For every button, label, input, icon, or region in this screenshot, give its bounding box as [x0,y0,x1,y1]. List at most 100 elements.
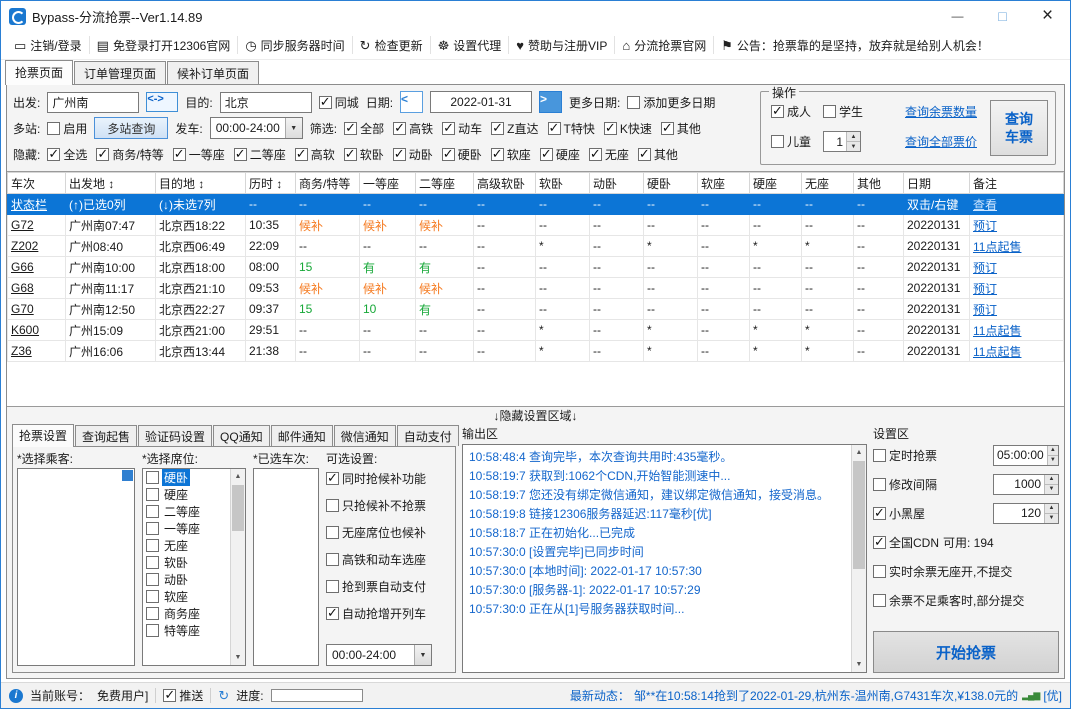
same-city-checkbox[interactable]: 同城 [319,94,359,111]
checkbox-option[interactable]: 动车 [442,120,482,137]
modify-interval-spinner[interactable]: 1000 [993,474,1059,495]
checkbox-option[interactable]: K快速 [604,120,652,137]
scroll-up-icon[interactable] [852,445,866,460]
start-grab-button[interactable]: 开始抢票 [873,631,1059,673]
seat-scrollbar[interactable] [230,469,245,665]
toolbar-item[interactable]: ☸ 设置代理 [431,36,510,54]
timed-grab-spinner[interactable]: 05:00:00 [993,445,1059,466]
student-checkbox[interactable]: 学生 [823,103,863,120]
checkbox-option[interactable]: 软座 [491,146,531,163]
checkbox-option[interactable]: 全部 [344,120,384,137]
checkbox-option[interactable]: 一等座 [173,146,225,163]
table-row[interactable]: G70广州南12:50北京西22:2709:371510有-----------… [8,299,1064,320]
depart-input[interactable]: 广州南 [47,92,139,113]
table-header-cell[interactable]: 备注 [970,173,1064,194]
seat-option[interactable]: 软座 [143,588,230,605]
seat-option[interactable]: 二等座 [143,503,230,520]
checkbox-option[interactable]: 高铁 [393,120,433,137]
seat-option[interactable]: 一等座 [143,520,230,537]
hidden-settings-divider[interactable]: ↓隐藏设置区域↓ [7,407,1064,424]
cdn-checkbox[interactable]: 全国CDN [873,534,939,551]
dest-input[interactable]: 北京 [220,92,312,113]
checkbox-option[interactable]: 其他 [661,120,701,137]
checkbox-option[interactable]: 其他 [638,146,678,163]
settings-tab[interactable]: QQ通知 [213,425,270,446]
scroll-thumb[interactable] [232,485,244,531]
checkbox-option[interactable]: Z直达 [491,120,538,137]
output-log[interactable]: 10:58:48:4 查询完毕，本次查询共用时:435毫秒。 10:58:19:… [462,444,867,673]
scroll-down-icon[interactable] [852,657,866,672]
toolbar-item[interactable]: ◷ 同步服务器时间 [238,36,352,54]
checkbox-option[interactable]: 硬卧 [442,146,482,163]
minimize-button[interactable] [935,1,980,31]
table-header-cell[interactable]: 历时 ↕ [246,173,296,194]
next-date-button[interactable]: > [539,91,562,113]
table-row[interactable]: G72广州南07:47北京西18:2210:35候补候补候补----------… [8,215,1064,236]
table-header-cell[interactable]: 无座 [802,173,854,194]
adult-checkbox[interactable]: 成人 [771,103,811,120]
spinner-up-button[interactable] [847,132,860,142]
checkbox-option[interactable]: 全选 [47,146,87,163]
close-button[interactable] [1025,1,1070,31]
checkbox-option[interactable]: 无座席位也候补 [326,524,451,541]
seat-option[interactable]: 软卧 [143,554,230,571]
scroll-down-icon[interactable] [231,650,245,665]
table-header-cell[interactable]: 其他 [854,173,904,194]
checkbox-option[interactable]: 自动抢增开列车 [326,605,451,622]
spinner-down-button[interactable] [1045,485,1058,494]
seat-option[interactable]: 硬卧 [143,469,230,486]
checkbox-option[interactable]: 抢到票自动支付 [326,578,451,595]
table-header-cell[interactable]: 软座 [698,173,750,194]
query-remaining-link[interactable]: 查询余票数量 [905,103,977,120]
table-header-cell[interactable]: 车次 [8,173,66,194]
settings-tab[interactable]: 验证码设置 [138,425,212,446]
checkbox-option[interactable]: 无座 [589,146,629,163]
spinner-down-button[interactable] [847,142,860,151]
swap-stations-button[interactable]: <-> [146,92,178,112]
table-row[interactable]: Z36广州16:06北京西13:4421:38--------*--*--**-… [8,341,1064,362]
table-header-cell[interactable]: 硬卧 [644,173,698,194]
main-tab[interactable]: 候补订单页面 [167,61,259,84]
settings-tab[interactable]: 微信通知 [334,425,396,446]
main-tab[interactable]: 订单管理页面 [74,61,166,84]
push-checkbox[interactable]: 推送 [163,687,203,704]
realtime-no-seat-checkbox[interactable]: 实时余票无座开,不提交 [873,563,1059,580]
toolbar-item[interactable]: ⚑ 公告：抢票靠的是坚持，放弃就是给别人机会！ [714,36,996,54]
settings-tab[interactable]: 查询起售 [75,425,137,446]
table-header-cell[interactable]: 一等座 [360,173,416,194]
seat-option[interactable]: 商务座 [143,605,230,622]
table-row[interactable]: 状态栏(↑)已选0列(↓)未选7列-----------------------… [8,194,1064,215]
scroll-up-icon[interactable] [231,469,245,484]
table-header-cell[interactable]: 商务/特等 [296,173,360,194]
grab-time-range-select[interactable]: 00:00-24:00 [326,644,432,666]
table-header-cell[interactable]: 日期 [904,173,970,194]
checkbox-option[interactable]: 二等座 [234,146,286,163]
toolbar-item[interactable]: ⌂ 分流抢票官网 [615,36,714,54]
add-more-dates-checkbox[interactable]: 添加更多日期 [627,94,715,111]
checkbox-option[interactable]: 高软 [295,146,335,163]
black-room-checkbox[interactable]: 小黑屋 [873,505,993,522]
checkbox-option[interactable]: T特快 [548,120,595,137]
multi-enable-checkbox[interactable]: 启用 [47,120,87,137]
seat-option[interactable]: 动卧 [143,571,230,588]
spinner-up-button[interactable] [1048,446,1058,456]
settings-tab[interactable]: 自动支付 [397,425,459,446]
checkbox-option[interactable]: 动卧 [393,146,433,163]
table-header-cell[interactable]: 软卧 [536,173,590,194]
table-row[interactable]: Z202广州08:40北京西06:4922:09--------*--*--**… [8,236,1064,257]
seat-listbox[interactable]: 硬卧 硬座 二等座 一等座 无座 软卧 动卧 软座 商务座 特等座 [142,468,246,666]
checkbox-option[interactable]: 商务/特等 [96,146,163,163]
toolbar-item[interactable]: ▤ 免登录打开12306官网 [90,36,239,54]
table-header-cell[interactable]: 高级软卧 [474,173,536,194]
prev-date-button[interactable]: < [400,91,423,113]
date-input[interactable]: 2022-01-31 [430,91,532,113]
checkbox-option[interactable]: 硬座 [540,146,580,163]
depart-time-select[interactable]: 00:00-24:00 [210,117,303,139]
table-header-cell[interactable]: 目的地 ↕ [156,173,246,194]
spinner-up-button[interactable] [1045,504,1058,514]
black-room-spinner[interactable]: 120 [993,503,1059,524]
multi-query-button[interactable]: 多站查询 [94,117,168,139]
checkbox-option[interactable]: 只抢候补不抢票 [326,497,451,514]
output-scrollbar[interactable] [851,445,866,672]
table-row[interactable]: K600广州15:09北京西21:0029:51--------*--*--**… [8,320,1064,341]
